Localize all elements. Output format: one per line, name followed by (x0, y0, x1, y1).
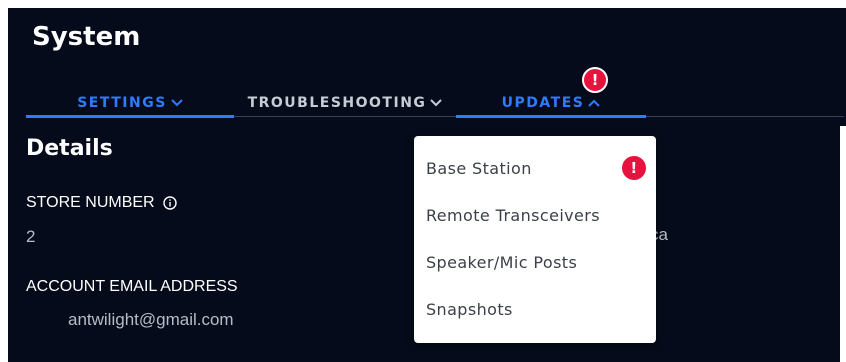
chevron-down-icon (430, 99, 443, 107)
store-number-label-text: STORE NUMBER (26, 194, 155, 211)
store-number-label: STORE NUMBER (26, 194, 177, 212)
tab-troubleshooting[interactable]: TROUBLESHOOTING (234, 88, 456, 118)
info-icon[interactable] (162, 196, 177, 210)
tab-bar: SETTINGS TROUBLESHOOTING UPDATES (26, 88, 844, 118)
chevron-up-icon (588, 99, 601, 107)
menu-item-remote-transceivers[interactable]: Remote Transceivers (414, 192, 656, 238)
tab-settings-underline (26, 115, 234, 118)
menu-item-speaker-mic-posts[interactable]: Speaker/Mic Posts (414, 239, 656, 285)
menu-item-base-station[interactable]: Base Station ! (414, 145, 656, 191)
details-title: Details (26, 136, 113, 161)
tab-troubleshooting-label: TROUBLESHOOTING (247, 95, 427, 111)
alert-icon: ! (622, 156, 646, 180)
menu-item-label: Snapshots (426, 299, 513, 319)
tab-updates-underline (456, 115, 646, 118)
menu-item-label: Speaker/Mic Posts (426, 252, 578, 272)
tab-updates-label: UPDATES (501, 95, 585, 111)
chevron-down-icon (171, 99, 183, 107)
page-title: System (32, 22, 141, 52)
tab-troubleshooting-underline (234, 115, 456, 118)
menu-item-snapshots[interactable]: Snapshots (414, 286, 656, 332)
menu-item-label: Remote Transceivers (426, 205, 601, 225)
updates-dropdown-menu: Base Station ! Remote Transceivers Speak… (414, 136, 656, 343)
tab-settings[interactable]: SETTINGS (26, 88, 234, 118)
scrollbar[interactable] (840, 126, 846, 362)
menu-item-label: Base Station (426, 158, 532, 178)
tab-settings-label: SETTINGS (77, 95, 167, 111)
alert-icon: ! (582, 67, 608, 93)
account-email-label: ACCOUNT EMAIL ADDRESS (26, 278, 238, 295)
store-number-value: 2 (26, 227, 36, 246)
account-email-value: antwilight@gmail.com (68, 310, 234, 329)
tab-updates[interactable]: UPDATES (456, 88, 646, 118)
system-page: System SETTINGS TROUBLESHOOTING UPDATES … (8, 8, 846, 362)
